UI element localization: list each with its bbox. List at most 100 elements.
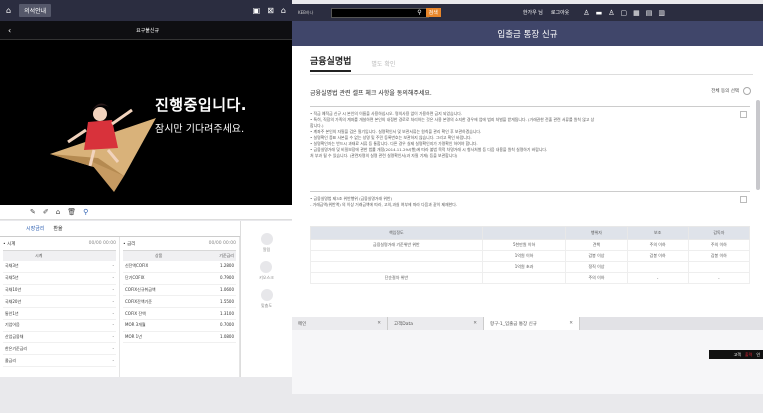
bottom-tab-bar: 메인 ✕ 고객Data ✕ 항구-1_입출금 통장 신규 ✕ [292, 317, 763, 330]
form-content: 금융실명법 별도 확인 금융실명법 관련 셀프 체크 사항을 동의해주세요. 전… [292, 46, 763, 317]
row-label: 국채20년 [5, 298, 22, 304]
table-row: 금융실명거래 기준위반 위반 5천만원 이하 견책 주의 이하 주의 이하 [310, 239, 751, 251]
doc-icon[interactable]: ▢ [620, 9, 627, 17]
table-row[interactable]: MOR 3개월 0.7000 [123, 320, 236, 332]
left-rate-list: • 시계 00/00 00:00 시계 국채3년 - 국채5년 - 국채10년 - 국채20… [0, 237, 120, 377]
table-header: 상품 기준금리 [123, 250, 236, 261]
table-cell: 감봉 이하 [626, 250, 689, 262]
home-icon[interactable]: ⌂ [56, 208, 60, 216]
right-top-bar: KEB하나 ⚲ 검색 한가우 님 로그아웃 ♙ ▬ ♙ ▢ ▦ ▤ ▥ [292, 4, 763, 21]
table-cell [310, 261, 483, 273]
tab-customer-data[interactable]: 고객Data ✕ [388, 317, 484, 330]
window-icon[interactable]: ▣ [253, 6, 261, 15]
pin-icon[interactable]: ⌂ [281, 6, 286, 15]
agree-all-label: 전체 동의 선택 [711, 89, 739, 94]
tab-exchange[interactable]: 환율 [53, 225, 62, 232]
table-cell: 금융실명거래 기준위반 위반 [310, 239, 483, 251]
table-row[interactable]: 통안1년 - [3, 308, 116, 320]
table-header-cell: 보조 [626, 226, 689, 240]
search-icon[interactable]: ⚲ [417, 9, 421, 16]
calendar-icon[interactable]: ▤ [646, 9, 653, 17]
table-row[interactable]: 콜금리 - [3, 355, 116, 368]
corner-customer[interactable]: 고객 [734, 352, 741, 358]
table-row[interactable]: 단기COFIX 0.7900 [123, 273, 236, 285]
tab-market-rate[interactable]: 시장금리 [26, 225, 44, 232]
logout-link[interactable]: 로그아웃 [551, 9, 569, 16]
table-row[interactable]: 한은기준금리 - [3, 343, 116, 356]
rate-lists: • 시계 00/00 00:00 시계 국채3년 - 국채5년 - 국채10년 - 국채20… [0, 237, 240, 377]
row-label: 통안1년 [5, 310, 19, 316]
instruction-text: 금융실명법 관련 셀프 체크 사항을 동의해주세요. [310, 90, 432, 97]
table-cell [481, 272, 567, 284]
table-header-cell: 감독자 [687, 226, 751, 240]
tab-real-name-law[interactable]: 금융실명법 [310, 54, 352, 72]
penalty-table: 책임정도 행위자 보조 감독자 금융실명거래 기준위반 위반 5천만원 이하 견책 주의 이… [310, 226, 751, 284]
search-icon[interactable]: ⚲ [83, 208, 88, 216]
table-cell: 정직 이상 [565, 261, 628, 273]
left-top-bar: ⌂ 의석안내 ▣ ⊠ ⌂ [0, 0, 292, 21]
agree-all-checkbox[interactable] [743, 87, 751, 95]
corner-print[interactable]: 출력 [745, 352, 752, 358]
pen-alt-icon[interactable]: ✐ [43, 208, 49, 216]
table-cell: 5천만원 이하 [481, 239, 567, 251]
side-button-notify[interactable]: 알림 [260, 233, 273, 253]
side-button-column: 알림 키오스크 맞춤도 [240, 221, 292, 377]
agree-checkbox-2[interactable] [740, 196, 747, 203]
table-row[interactable]: COFIX잔액기준 1.5500 [123, 296, 236, 309]
user-icon[interactable]: ♙ [583, 9, 589, 17]
side-button-kiosk[interactable]: 키오스크 [259, 261, 274, 281]
loading-banner: 진행중입니다. 잠시만 기다려주세요. [0, 40, 292, 205]
table-row[interactable]: 국채20년 - [3, 296, 116, 309]
row-value: - [112, 263, 114, 269]
agree-checkbox-1[interactable] [740, 111, 747, 118]
table-cell: 주의 이하 [626, 239, 689, 251]
row-label: MOR 3개월 [125, 322, 146, 328]
row-label: 콜금리 [5, 357, 17, 363]
table-row[interactable]: MOR 1년 1.0800 [123, 332, 236, 344]
location-badge[interactable]: 의석안내 [19, 4, 52, 17]
close-icon[interactable]: ✕ [371, 321, 381, 326]
table-row[interactable]: 국채10년 - [3, 285, 116, 297]
side-button-custom[interactable]: 맞춤도 [260, 289, 273, 309]
table-row[interactable]: 산업금융채 - [3, 332, 116, 344]
table-cell: 감봉 이상 [565, 250, 628, 262]
row-value: - [112, 322, 114, 328]
search-input[interactable] [331, 7, 430, 18]
person-icon[interactable]: ♙ [608, 9, 614, 17]
close-icon[interactable]: ✕ [467, 321, 477, 326]
tab-account-open[interactable]: 항구-1_입출금 통장 신규 ✕ [484, 317, 580, 330]
table-row[interactable]: 신잔액COFIX 1.2800 [123, 261, 236, 273]
table-row[interactable]: 기업어음 - [3, 320, 116, 332]
tab-separate-check[interactable]: 별도 확인 [371, 59, 395, 72]
row-label: 기업어음 [5, 322, 20, 328]
user-name: 한가우 님 [522, 10, 543, 16]
table-row[interactable]: 국채5년 - [3, 273, 116, 285]
close-box-icon[interactable]: ⊠ [267, 6, 274, 15]
table-row[interactable]: COFIX신규취급액 1.0600 [123, 285, 236, 297]
search-button[interactable]: 검색 [425, 8, 441, 17]
list-icon[interactable]: ▥ [658, 9, 665, 17]
list-date: 00/00 00:00 [208, 241, 236, 246]
table-header: 시계 [3, 250, 116, 261]
pen-icon[interactable]: ✎ [30, 208, 36, 216]
left-toolbar: ✎ ✐ ⌂ 🗑 ⚲ [0, 205, 292, 220]
table-row[interactable]: 국채3년 - [3, 261, 116, 273]
row-label: 국채3년 [5, 263, 19, 269]
tab-main[interactable]: 메인 ✕ [292, 317, 388, 330]
table-row: 단순절차 위반 주의 이하 - - [310, 272, 751, 284]
scrollbar[interactable] [756, 100, 760, 190]
grid-icon[interactable]: ▦ [633, 9, 640, 17]
close-icon[interactable]: ✕ [563, 321, 573, 326]
card-icon[interactable]: ▬ [596, 9, 603, 17]
lock-icon[interactable]: ⌂ [6, 6, 11, 15]
trash-icon[interactable]: 🗑 [67, 208, 76, 216]
agreement-line: - 거래금액(위반액) 의 이상 거래금액에 따라, 고의,과실 여부에 따라 … [310, 202, 458, 207]
right-page-title: 입출금 통장 신규 [292, 21, 763, 46]
row-label: COFIX 잔액 [125, 310, 146, 316]
loading-subline: 잠시만 기다려주세요. [155, 124, 245, 135]
corner-seal[interactable]: 인 [756, 352, 760, 358]
row-value: - [112, 357, 114, 363]
table-cell: 1억원 이하 [481, 250, 567, 262]
table-row[interactable]: COFIX 잔액 1.3100 [123, 308, 236, 320]
table-cell: 견책 [565, 239, 628, 251]
